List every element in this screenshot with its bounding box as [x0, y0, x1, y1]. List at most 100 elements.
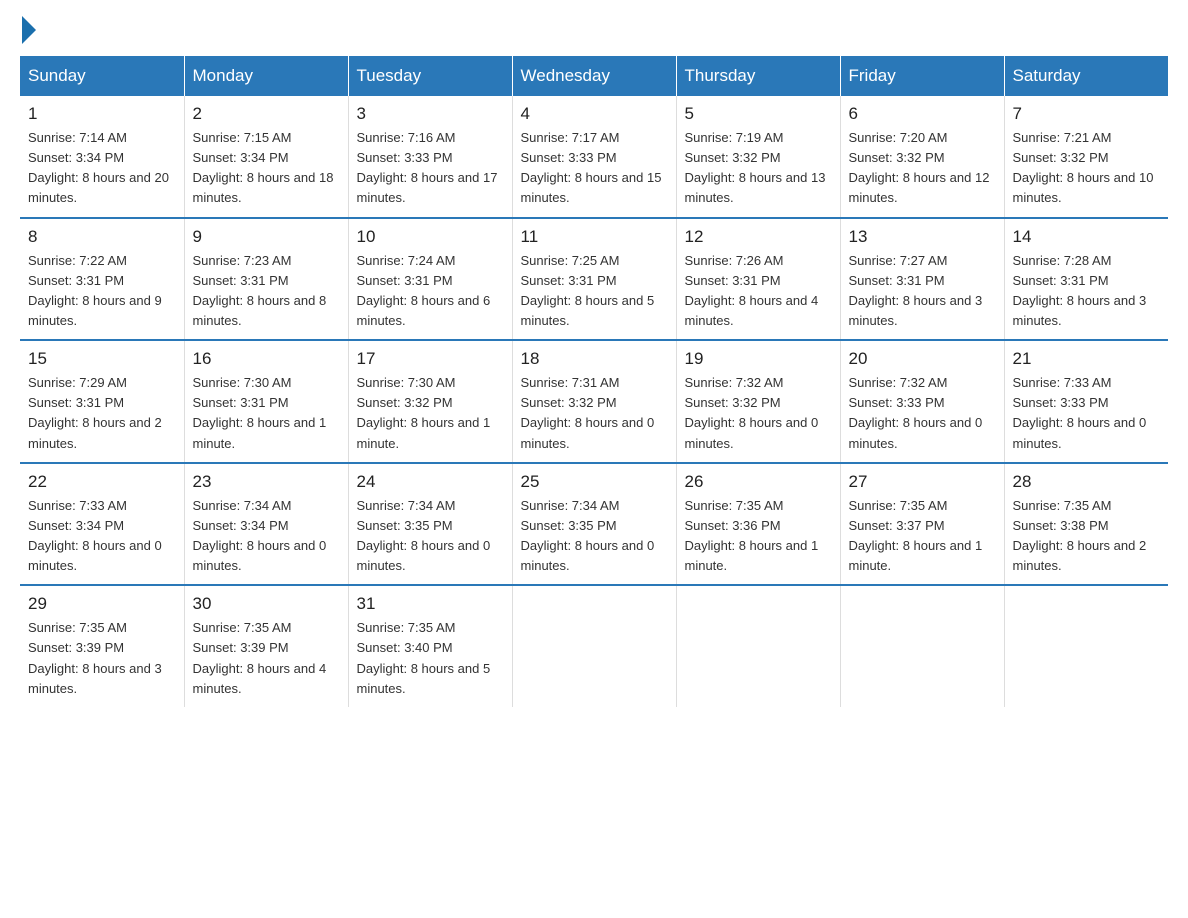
- day-number: 22: [28, 472, 176, 492]
- day-info: Sunrise: 7:32 AM Sunset: 3:33 PM Dayligh…: [849, 373, 996, 454]
- day-info: Sunrise: 7:33 AM Sunset: 3:34 PM Dayligh…: [28, 496, 176, 577]
- day-info: Sunrise: 7:35 AM Sunset: 3:40 PM Dayligh…: [357, 618, 504, 699]
- day-number: 27: [849, 472, 996, 492]
- day-info: Sunrise: 7:29 AM Sunset: 3:31 PM Dayligh…: [28, 373, 176, 454]
- day-info: Sunrise: 7:25 AM Sunset: 3:31 PM Dayligh…: [521, 251, 668, 332]
- calendar-cell: 14 Sunrise: 7:28 AM Sunset: 3:31 PM Dayl…: [1004, 218, 1168, 341]
- day-number: 6: [849, 104, 996, 124]
- calendar-cell: 2 Sunrise: 7:15 AM Sunset: 3:34 PM Dayli…: [184, 96, 348, 218]
- day-number: 17: [357, 349, 504, 369]
- calendar-cell: 10 Sunrise: 7:24 AM Sunset: 3:31 PM Dayl…: [348, 218, 512, 341]
- calendar-cell: 12 Sunrise: 7:26 AM Sunset: 3:31 PM Dayl…: [676, 218, 840, 341]
- day-info: Sunrise: 7:30 AM Sunset: 3:31 PM Dayligh…: [193, 373, 340, 454]
- calendar-cell: 13 Sunrise: 7:27 AM Sunset: 3:31 PM Dayl…: [840, 218, 1004, 341]
- calendar-cell: 22 Sunrise: 7:33 AM Sunset: 3:34 PM Dayl…: [20, 463, 184, 586]
- day-info: Sunrise: 7:34 AM Sunset: 3:35 PM Dayligh…: [357, 496, 504, 577]
- column-header-tuesday: Tuesday: [348, 56, 512, 96]
- day-number: 23: [193, 472, 340, 492]
- column-header-wednesday: Wednesday: [512, 56, 676, 96]
- calendar-cell: 26 Sunrise: 7:35 AM Sunset: 3:36 PM Dayl…: [676, 463, 840, 586]
- week-row-2: 8 Sunrise: 7:22 AM Sunset: 3:31 PM Dayli…: [20, 218, 1168, 341]
- day-info: Sunrise: 7:27 AM Sunset: 3:31 PM Dayligh…: [849, 251, 996, 332]
- day-number: 15: [28, 349, 176, 369]
- logo: [20, 20, 36, 40]
- calendar-cell: 9 Sunrise: 7:23 AM Sunset: 3:31 PM Dayli…: [184, 218, 348, 341]
- calendar-cell: 1 Sunrise: 7:14 AM Sunset: 3:34 PM Dayli…: [20, 96, 184, 218]
- calendar-cell: 28 Sunrise: 7:35 AM Sunset: 3:38 PM Dayl…: [1004, 463, 1168, 586]
- day-number: 12: [685, 227, 832, 247]
- day-info: Sunrise: 7:35 AM Sunset: 3:38 PM Dayligh…: [1013, 496, 1161, 577]
- day-number: 1: [28, 104, 176, 124]
- calendar-cell: 3 Sunrise: 7:16 AM Sunset: 3:33 PM Dayli…: [348, 96, 512, 218]
- column-header-thursday: Thursday: [676, 56, 840, 96]
- day-number: 30: [193, 594, 340, 614]
- day-number: 19: [685, 349, 832, 369]
- calendar-cell: 23 Sunrise: 7:34 AM Sunset: 3:34 PM Dayl…: [184, 463, 348, 586]
- calendar-cell: 18 Sunrise: 7:31 AM Sunset: 3:32 PM Dayl…: [512, 340, 676, 463]
- day-number: 20: [849, 349, 996, 369]
- calendar-cell: 30 Sunrise: 7:35 AM Sunset: 3:39 PM Dayl…: [184, 585, 348, 707]
- week-row-4: 22 Sunrise: 7:33 AM Sunset: 3:34 PM Dayl…: [20, 463, 1168, 586]
- day-number: 4: [521, 104, 668, 124]
- day-number: 3: [357, 104, 504, 124]
- day-info: Sunrise: 7:35 AM Sunset: 3:37 PM Dayligh…: [849, 496, 996, 577]
- calendar-cell: 8 Sunrise: 7:22 AM Sunset: 3:31 PM Dayli…: [20, 218, 184, 341]
- day-number: 28: [1013, 472, 1161, 492]
- day-number: 25: [521, 472, 668, 492]
- calendar-cell: 31 Sunrise: 7:35 AM Sunset: 3:40 PM Dayl…: [348, 585, 512, 707]
- calendar-cell: 20 Sunrise: 7:32 AM Sunset: 3:33 PM Dayl…: [840, 340, 1004, 463]
- day-number: 8: [28, 227, 176, 247]
- day-info: Sunrise: 7:16 AM Sunset: 3:33 PM Dayligh…: [357, 128, 504, 209]
- week-row-3: 15 Sunrise: 7:29 AM Sunset: 3:31 PM Dayl…: [20, 340, 1168, 463]
- day-info: Sunrise: 7:33 AM Sunset: 3:33 PM Dayligh…: [1013, 373, 1161, 454]
- day-number: 9: [193, 227, 340, 247]
- calendar-cell: 21 Sunrise: 7:33 AM Sunset: 3:33 PM Dayl…: [1004, 340, 1168, 463]
- day-info: Sunrise: 7:30 AM Sunset: 3:32 PM Dayligh…: [357, 373, 504, 454]
- day-number: 14: [1013, 227, 1161, 247]
- calendar-header-row: SundayMondayTuesdayWednesdayThursdayFrid…: [20, 56, 1168, 96]
- column-header-saturday: Saturday: [1004, 56, 1168, 96]
- day-number: 29: [28, 594, 176, 614]
- calendar-cell: 19 Sunrise: 7:32 AM Sunset: 3:32 PM Dayl…: [676, 340, 840, 463]
- day-number: 7: [1013, 104, 1161, 124]
- day-number: 26: [685, 472, 832, 492]
- week-row-5: 29 Sunrise: 7:35 AM Sunset: 3:39 PM Dayl…: [20, 585, 1168, 707]
- column-header-sunday: Sunday: [20, 56, 184, 96]
- day-info: Sunrise: 7:24 AM Sunset: 3:31 PM Dayligh…: [357, 251, 504, 332]
- day-info: Sunrise: 7:31 AM Sunset: 3:32 PM Dayligh…: [521, 373, 668, 454]
- day-number: 16: [193, 349, 340, 369]
- column-header-monday: Monday: [184, 56, 348, 96]
- day-number: 18: [521, 349, 668, 369]
- calendar-cell: 17 Sunrise: 7:30 AM Sunset: 3:32 PM Dayl…: [348, 340, 512, 463]
- calendar-cell: 6 Sunrise: 7:20 AM Sunset: 3:32 PM Dayli…: [840, 96, 1004, 218]
- calendar-cell: 16 Sunrise: 7:30 AM Sunset: 3:31 PM Dayl…: [184, 340, 348, 463]
- calendar-cell: [840, 585, 1004, 707]
- day-info: Sunrise: 7:34 AM Sunset: 3:35 PM Dayligh…: [521, 496, 668, 577]
- header: [20, 20, 1168, 40]
- calendar-cell: 4 Sunrise: 7:17 AM Sunset: 3:33 PM Dayli…: [512, 96, 676, 218]
- calendar-cell: [676, 585, 840, 707]
- logo-arrow-icon: [22, 16, 36, 44]
- calendar-table: SundayMondayTuesdayWednesdayThursdayFrid…: [20, 56, 1168, 707]
- day-info: Sunrise: 7:28 AM Sunset: 3:31 PM Dayligh…: [1013, 251, 1161, 332]
- calendar-cell: 27 Sunrise: 7:35 AM Sunset: 3:37 PM Dayl…: [840, 463, 1004, 586]
- calendar-cell: 5 Sunrise: 7:19 AM Sunset: 3:32 PM Dayli…: [676, 96, 840, 218]
- calendar-cell: [1004, 585, 1168, 707]
- day-info: Sunrise: 7:34 AM Sunset: 3:34 PM Dayligh…: [193, 496, 340, 577]
- day-info: Sunrise: 7:26 AM Sunset: 3:31 PM Dayligh…: [685, 251, 832, 332]
- day-number: 5: [685, 104, 832, 124]
- day-number: 2: [193, 104, 340, 124]
- day-info: Sunrise: 7:19 AM Sunset: 3:32 PM Dayligh…: [685, 128, 832, 209]
- column-header-friday: Friday: [840, 56, 1004, 96]
- day-info: Sunrise: 7:14 AM Sunset: 3:34 PM Dayligh…: [28, 128, 176, 209]
- day-info: Sunrise: 7:17 AM Sunset: 3:33 PM Dayligh…: [521, 128, 668, 209]
- calendar-cell: 25 Sunrise: 7:34 AM Sunset: 3:35 PM Dayl…: [512, 463, 676, 586]
- day-number: 13: [849, 227, 996, 247]
- day-number: 11: [521, 227, 668, 247]
- day-number: 10: [357, 227, 504, 247]
- day-info: Sunrise: 7:35 AM Sunset: 3:39 PM Dayligh…: [28, 618, 176, 699]
- day-info: Sunrise: 7:15 AM Sunset: 3:34 PM Dayligh…: [193, 128, 340, 209]
- day-number: 31: [357, 594, 504, 614]
- calendar-cell: 11 Sunrise: 7:25 AM Sunset: 3:31 PM Dayl…: [512, 218, 676, 341]
- day-number: 21: [1013, 349, 1161, 369]
